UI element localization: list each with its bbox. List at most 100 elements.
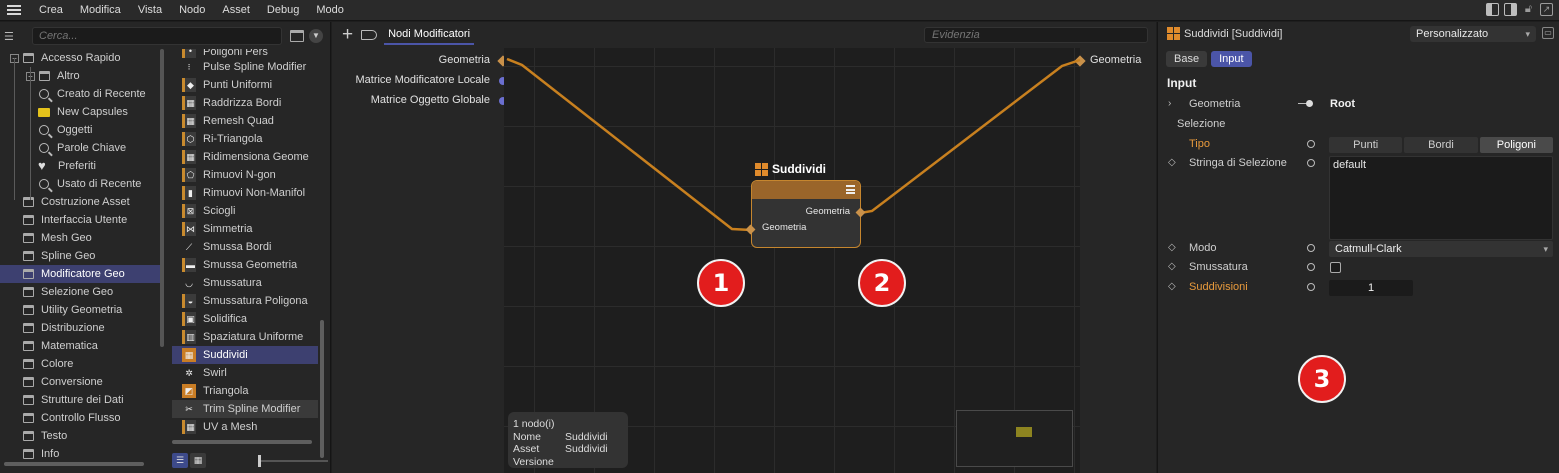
layout-right-icon[interactable] — [1504, 3, 1517, 16]
tree-item[interactable]: Interfaccia Utente — [0, 211, 160, 229]
asset-item[interactable]: ◡ Smussatura — [172, 274, 318, 292]
tree-item[interactable]: Modificatore Geo — [0, 265, 160, 283]
keyframe-ring-icon[interactable] — [1307, 283, 1315, 291]
tree-item[interactable]: Strutture dei Dati — [0, 391, 160, 409]
asset-item[interactable]: ▦ UV a Mesh — [172, 418, 318, 436]
asset-item[interactable]: ▦ Suddividi — [172, 346, 318, 364]
minimap[interactable] — [956, 410, 1073, 467]
asset-item[interactable]: ▣ Solidifica — [172, 310, 318, 328]
mode-dropdown[interactable]: Personalizzato — [1410, 26, 1536, 42]
asset-item[interactable]: ▦ Remesh Quad — [172, 112, 318, 130]
tree-item[interactable]: Matematica — [0, 337, 160, 355]
collapse-panel-icon[interactable]: ☰ — [4, 30, 20, 43]
tree-item[interactable]: −Accesso Rapido — [0, 49, 160, 67]
tree-item[interactable]: +Altro — [0, 67, 160, 85]
diamond-icon[interactable]: ◇ — [1168, 261, 1176, 272]
node-header[interactable] — [752, 181, 860, 199]
menu-vista[interactable]: Vista — [129, 4, 170, 16]
asset-item[interactable]: ⬠ Rimuovi N-gon — [172, 166, 318, 184]
asset-horizontal-scrollbar[interactable] — [172, 440, 312, 444]
tree-item[interactable]: Info — [0, 445, 160, 463]
chevron-down-icon[interactable]: ▼ — [309, 29, 323, 43]
tree-item[interactable]: Usato di Recente — [0, 175, 160, 193]
folder-view-icon[interactable] — [290, 30, 304, 42]
minimap-viewport[interactable] — [1016, 427, 1032, 437]
asset-item[interactable]: ⊠ Sciogli — [172, 202, 318, 220]
diamond-icon[interactable]: ◇ — [1168, 281, 1176, 292]
node-suddividi[interactable]: Geometria Geometria — [751, 180, 861, 248]
asset-item[interactable]: ⋈ Simmetria — [172, 220, 318, 238]
asset-item[interactable]: ▦ Ridimensiona Geome — [172, 148, 318, 166]
modo-dropdown[interactable]: Catmull-Clark — [1329, 241, 1553, 257]
link-pin-icon[interactable] — [1298, 100, 1314, 108]
asset-item[interactable]: ◩ Triangola — [172, 382, 318, 400]
menu-asset[interactable]: Asset — [213, 4, 258, 16]
tree-item[interactable]: Testo — [0, 427, 160, 445]
keyframe-ring-icon[interactable] — [1307, 263, 1315, 271]
suddivisioni-number-field[interactable]: 1 — [1329, 280, 1413, 296]
layout-left-icon[interactable] — [1486, 3, 1499, 16]
tab-base[interactable]: Base — [1166, 51, 1208, 67]
menu-nodo[interactable]: Nodo — [170, 4, 213, 16]
hamburger-menu-icon[interactable] — [7, 5, 21, 15]
tab-input[interactable]: Input — [1211, 51, 1252, 67]
tree-item[interactable]: New Capsules — [0, 103, 160, 121]
asset-item[interactable]: ▬ Smussa Geometria — [172, 256, 318, 274]
asset-item[interactable]: ✂ Trim Spline Modifier — [172, 400, 318, 418]
wire-input[interactable] — [506, 57, 752, 232]
icon-size-slider[interactable] — [258, 455, 328, 467]
tipo-option-bordi[interactable]: Bordi — [1404, 137, 1478, 153]
diamond-icon[interactable]: ◇ — [1168, 157, 1176, 168]
menu-debug[interactable]: Debug — [258, 4, 307, 16]
tree-item[interactable]: Mesh Geo — [0, 229, 160, 247]
tree-item[interactable]: Colore — [0, 355, 160, 373]
node-menu-icon[interactable] — [846, 185, 855, 194]
menu-crea[interactable]: Crea — [30, 4, 71, 16]
tree-item[interactable]: Controllo Flusso — [0, 409, 160, 427]
asset-item[interactable]: ⟋ Smussa Bordi — [172, 238, 318, 256]
tree-item[interactable]: Creato di Recente — [0, 85, 160, 103]
asset-list-scrollbar[interactable] — [320, 320, 324, 458]
tree-item[interactable]: Costruzione Asset — [0, 193, 160, 211]
asset-item[interactable]: ⬡ Ri-Triangola — [172, 130, 318, 148]
chevron-right-icon[interactable]: › — [1168, 98, 1171, 109]
lock-icon[interactable]: 🔓︎ — [1522, 3, 1535, 16]
external-window-icon[interactable]: ↗ — [1540, 3, 1553, 16]
asset-item[interactable]: ✲ Swirl — [172, 364, 318, 382]
slider-handle[interactable] — [258, 455, 261, 467]
diamond-icon[interactable]: ◇ — [1168, 242, 1176, 253]
asset-item[interactable]: ▦ Raddrizza Bordi — [172, 94, 318, 112]
wire-output[interactable] — [859, 58, 1081, 215]
tree-item[interactable]: ♥ Preferiti — [0, 157, 160, 175]
selection-string-textarea[interactable]: default — [1329, 156, 1553, 240]
asset-item[interactable]: ◒ Smussatura Poligona — [172, 292, 318, 310]
asset-item[interactable]: ⁝ Pulse Spline Modifier — [172, 58, 318, 76]
tipo-option-poligoni[interactable]: Poligoni — [1479, 137, 1553, 153]
tipo-option-punti[interactable]: Punti — [1329, 137, 1403, 153]
tree-horizontal-scrollbar[interactable] — [4, 462, 144, 466]
menu-modo[interactable]: Modo — [307, 4, 352, 16]
tree-item[interactable]: Oggetti — [0, 121, 160, 139]
keyframe-ring-icon[interactable] — [1307, 244, 1315, 252]
keyframe-ring-icon[interactable] — [1307, 140, 1315, 148]
asset-item[interactable]: ▮ Rimuovi Non-Manifol — [172, 184, 318, 202]
smussatura-checkbox[interactable] — [1330, 262, 1341, 273]
tree-scrollbar[interactable] — [160, 49, 164, 347]
node-wires — [506, 57, 1081, 232]
tree-item[interactable]: Parole Chiave — [0, 139, 160, 157]
asset-item[interactable]: ◆ Punti Uniformi — [172, 76, 318, 94]
asset-item[interactable]: • Poligoni Pers — [172, 49, 318, 58]
asset-search-input[interactable] — [32, 27, 282, 45]
tree-item[interactable]: Spline Geo — [0, 247, 160, 265]
expand-icon[interactable]: ▭ — [1542, 27, 1554, 39]
menu-modifica[interactable]: Modifica — [71, 4, 129, 16]
grid-view-icon[interactable]: ▦ — [190, 453, 206, 468]
subdivide-icon — [755, 162, 768, 176]
tree-item[interactable]: Utility Geometria — [0, 301, 160, 319]
tree-item[interactable]: Selezione Geo — [0, 283, 160, 301]
list-view-icon[interactable]: ☰ — [172, 453, 188, 468]
tree-item[interactable]: Conversione — [0, 373, 160, 391]
keyframe-ring-icon[interactable] — [1307, 159, 1315, 167]
asset-item[interactable]: ▥ Spaziatura Uniforme — [172, 328, 318, 346]
tree-item[interactable]: Distribuzione — [0, 319, 160, 337]
